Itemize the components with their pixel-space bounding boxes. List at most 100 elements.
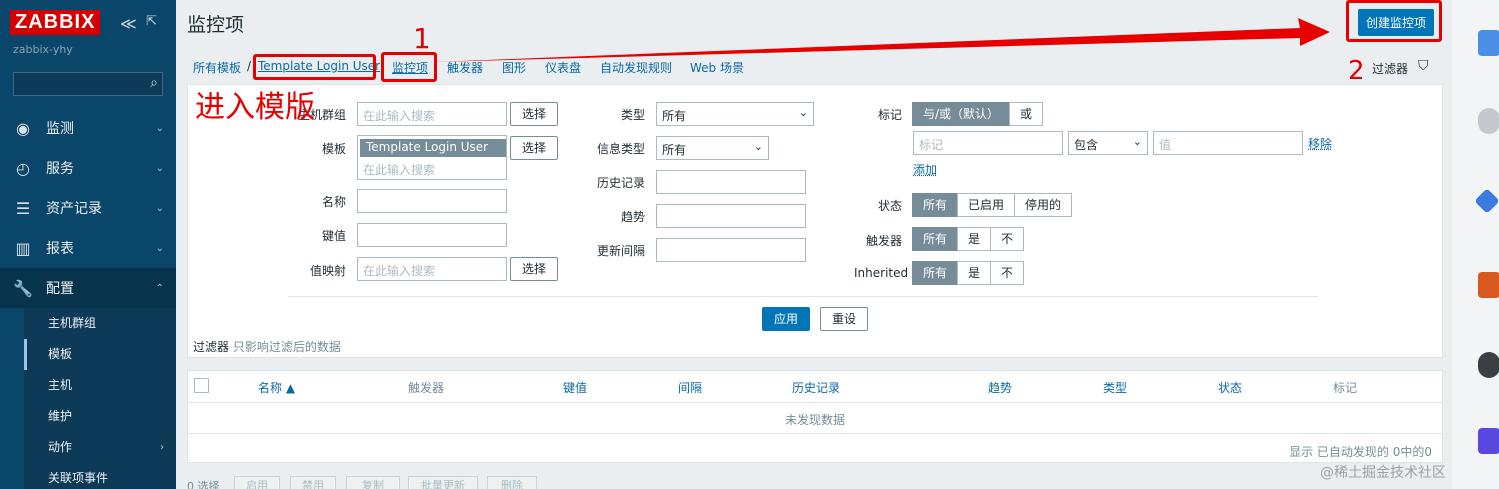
template-search-placeholder: 在此输入搜索 xyxy=(363,163,436,177)
info-type-select[interactable]: 所有 ⌄ xyxy=(656,136,769,160)
filter-caption-title: 过滤器 xyxy=(193,340,230,354)
apply-button[interactable]: 应用 xyxy=(762,307,810,331)
annotation-highlight xyxy=(381,52,437,82)
watermark: @稀土掘金技术社区 xyxy=(1320,465,1446,481)
column-triggers: 触发器 xyxy=(408,381,445,395)
chevron-down-icon: ⌄ xyxy=(798,106,808,119)
app-icon[interactable] xyxy=(1478,108,1499,134)
inherited-all-option[interactable]: 所有 xyxy=(912,261,959,285)
status-disabled-option[interactable]: 停用的 xyxy=(1014,193,1073,217)
app-icon[interactable] xyxy=(1478,428,1499,454)
tag-value-input[interactable]: 值 xyxy=(1153,131,1303,155)
status-enabled-option[interactable]: 已启用 xyxy=(957,193,1016,217)
info-type-label: 信息类型 xyxy=(597,142,646,156)
table-divider xyxy=(188,402,1442,403)
host-group-select-button[interactable]: 选择 xyxy=(510,102,558,126)
delete-button[interactable]: 删除 xyxy=(487,476,537,489)
triggers-yes-option[interactable]: 是 xyxy=(957,227,992,251)
value-map-label: 值映射 xyxy=(310,264,347,278)
breadcrumb-all-templates[interactable]: 所有模板 xyxy=(193,59,241,76)
tab-triggers[interactable]: 触发器 xyxy=(447,59,483,76)
annotation-step-1: 1 xyxy=(413,22,431,55)
app-icon[interactable] xyxy=(1478,272,1499,298)
app-icon[interactable] xyxy=(1478,30,1499,56)
triggers-no-option[interactable]: 不 xyxy=(990,227,1025,251)
items-table: 名称 ▲ 触发器 键值 间隔 历史记录 趋势 类型 状态 标记 未发现数据 显示… xyxy=(187,370,1443,463)
template-label: 模板 xyxy=(322,142,347,156)
annotation-highlight xyxy=(253,54,376,80)
copy-button[interactable]: 复制 xyxy=(346,476,400,489)
filter-caption-sub: 只影响过滤后的数据 xyxy=(232,340,341,354)
column-status[interactable]: 状态 xyxy=(1218,379,1242,396)
table-count: 显示 已自动发现的 0中的0 xyxy=(1289,445,1432,459)
desktop-side-strip xyxy=(1452,0,1499,489)
enable-button[interactable]: 启用 xyxy=(234,476,280,489)
tags-label: 标记 xyxy=(878,108,903,122)
inherited-options: 所有 是 不 xyxy=(912,261,1025,285)
host-group-input[interactable]: 在此输入搜索 xyxy=(357,102,507,126)
annotation-enter-template: 进入模版 xyxy=(195,90,315,125)
filter-caption: 过滤器 只影响过滤后的数据 xyxy=(193,338,341,355)
selected-count: 0 选择 xyxy=(187,480,220,489)
status-label: 状态 xyxy=(878,199,903,213)
column-history[interactable]: 历史记录 xyxy=(792,379,840,396)
inherited-no-option[interactable]: 不 xyxy=(990,261,1025,285)
tags-evaltype: 与/或（默认） 或 xyxy=(912,102,1044,126)
interval-label: 更新间隔 xyxy=(597,244,646,258)
column-tags: 标记 xyxy=(1333,381,1358,395)
type-select[interactable]: 所有 ⌄ xyxy=(656,102,814,126)
chevron-down-icon: ⌄ xyxy=(1132,135,1142,148)
tag-remove-link[interactable]: 移除 xyxy=(1308,135,1332,152)
triggers-all-option[interactable]: 所有 xyxy=(912,227,959,251)
name-input[interactable] xyxy=(357,189,507,213)
column-trends[interactable]: 趋势 xyxy=(988,379,1012,396)
triggers-options: 所有 是 不 xyxy=(912,227,1025,251)
history-input[interactable] xyxy=(656,170,806,194)
value-map-input[interactable]: 在此输入搜索 xyxy=(357,257,507,281)
trends-input[interactable] xyxy=(656,204,806,228)
disable-button[interactable]: 禁用 xyxy=(290,476,336,489)
reset-button[interactable]: 重设 xyxy=(820,307,868,331)
trends-label: 趋势 xyxy=(621,210,646,224)
column-interval[interactable]: 间隔 xyxy=(678,379,702,396)
tab-dashboards[interactable]: 仪表盘 xyxy=(545,59,581,76)
name-label: 名称 xyxy=(322,195,347,209)
tag-add-link[interactable]: 添加 xyxy=(913,161,937,178)
template-chip: Template Login User × xyxy=(360,139,506,168)
tags-and-or-option[interactable]: 与/或（默认） xyxy=(912,102,1011,126)
column-key[interactable]: 键值 xyxy=(563,379,587,396)
filter-divider xyxy=(288,296,1318,297)
select-all-checkbox[interactable] xyxy=(194,378,209,393)
history-label: 历史记录 xyxy=(597,176,646,190)
column-name[interactable]: 名称 ▲ xyxy=(258,379,295,396)
column-type[interactable]: 类型 xyxy=(1103,379,1127,396)
filter-funnel-icon[interactable]: ⛉ xyxy=(1418,58,1429,74)
info-type-value: 所有 xyxy=(662,143,687,157)
filter-panel: 主机群组 在此输入搜索 选择 模板 Template Login User × … xyxy=(187,84,1443,358)
inherited-yes-option[interactable]: 是 xyxy=(957,261,992,285)
tag-operator-select[interactable]: 包含 ⌄ xyxy=(1068,131,1148,155)
inherited-label: Inherited xyxy=(854,266,909,280)
annotation-step-2: 2 xyxy=(1348,56,1365,86)
filter-toggle[interactable]: 过滤器 xyxy=(1372,60,1408,77)
app-icon[interactable] xyxy=(1478,352,1499,378)
triggers-label: 触发器 xyxy=(866,234,903,248)
chevron-down-icon: ⌄ xyxy=(753,140,763,153)
tag-name-input[interactable]: 标记 xyxy=(913,131,1063,155)
interval-input[interactable] xyxy=(656,238,806,262)
template-multiselect[interactable]: Template Login User × 在此输入搜索 xyxy=(357,135,507,180)
tab-graphs[interactable]: 图形 xyxy=(502,59,526,76)
value-map-select-button[interactable]: 选择 xyxy=(510,257,558,281)
tag-operator-value: 包含 xyxy=(1074,138,1099,152)
tags-or-option[interactable]: 或 xyxy=(1009,102,1044,126)
no-data-message: 未发现数据 xyxy=(784,413,845,427)
template-chip-label: Template Login User xyxy=(366,140,489,154)
key-label: 键值 xyxy=(322,229,347,243)
tab-web-scenarios[interactable]: Web 场景 xyxy=(690,59,744,76)
type-label: 类型 xyxy=(621,108,646,122)
mass-update-button[interactable]: 批量更新 xyxy=(408,476,478,489)
tab-discovery-rules[interactable]: 自动发现规则 xyxy=(600,59,672,76)
template-select-button[interactable]: 选择 xyxy=(510,136,558,160)
status-all-option[interactable]: 所有 xyxy=(912,193,959,217)
key-input[interactable] xyxy=(357,223,507,247)
